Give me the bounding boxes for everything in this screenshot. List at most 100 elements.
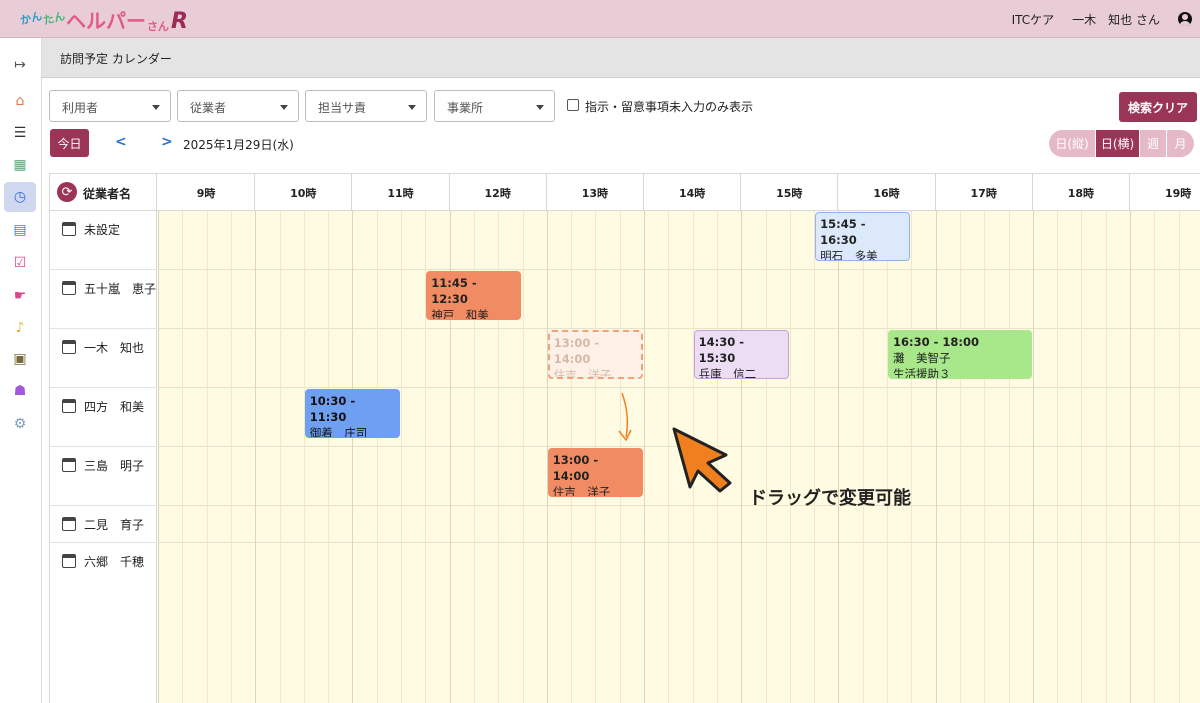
- view-button[interactable]: 月: [1167, 130, 1194, 157]
- hour-gridline: [935, 211, 937, 703]
- staff-row: 六郷 千穂: [50, 543, 157, 703]
- event-time: 11:45 - 12:30: [431, 276, 477, 306]
- staff-calendar-icon[interactable]: [62, 222, 76, 236]
- quarter-gridline: [328, 211, 330, 703]
- pointing-hand-icon[interactable]: ☛: [4, 281, 36, 311]
- org-name: ITCケア: [1011, 12, 1055, 27]
- app-logo[interactable]: かん たん ヘルパー さん R: [18, 4, 188, 34]
- hour-label: 11時: [352, 174, 450, 211]
- quarter-gridline: [862, 211, 864, 703]
- staff-column-header: ⟳ 従業者名: [50, 174, 157, 211]
- sidebar: ↦ ⌂ ☰ ▦ ◷ ▤ ☑ ☛ ♪ ▣ ☗ ⚙: [0, 38, 42, 703]
- manager-select-label: 担当サ責: [318, 101, 367, 115]
- event-client: 明石 多美: [820, 249, 878, 261]
- logo-main: ヘルパー: [66, 9, 146, 33]
- staff-calendar-icon[interactable]: [62, 458, 76, 472]
- calendar-blue-icon[interactable]: ▤: [4, 215, 36, 245]
- quarter-gridline: [522, 211, 524, 703]
- calendar-grid-icon[interactable]: ▦: [4, 150, 36, 180]
- logo-part1: かん: [18, 9, 44, 28]
- hour-label: 14時: [644, 174, 742, 211]
- staff-name: 未設定: [84, 223, 121, 237]
- logo-r: R: [171, 9, 188, 34]
- quarter-gridline: [206, 211, 208, 703]
- staff-calendar-icon[interactable]: [62, 399, 76, 413]
- today-button[interactable]: 今日: [50, 129, 89, 157]
- quarter-gridline: [959, 211, 961, 703]
- staff-calendar-icon[interactable]: [62, 340, 76, 354]
- chevron-down-icon: [280, 105, 288, 110]
- quarter-gridline: [887, 211, 888, 703]
- user-select[interactable]: 利用者: [49, 90, 171, 122]
- view-button[interactable]: 週: [1140, 130, 1167, 157]
- page-title: 訪問予定 カレンダー: [60, 52, 172, 66]
- visit-event[interactable]: 16:30 - 18:00 灘 美智子生活援助３: [888, 330, 1032, 379]
- quarter-gridline: [1081, 211, 1083, 703]
- event-client: 灘 美智子: [893, 351, 951, 365]
- cursor-arrow-icon: [672, 427, 732, 493]
- staff-name: 三島 明子: [84, 459, 145, 473]
- event-time: 10:30 - 11:30: [309, 394, 356, 424]
- user-select-label: 利用者: [62, 101, 99, 115]
- account-icon[interactable]: [1178, 12, 1192, 26]
- drag-path-line: [621, 392, 629, 438]
- staff-calendar-icon[interactable]: [62, 554, 76, 568]
- event-time: 15:45 - 16:30: [820, 217, 866, 247]
- prev-day-button[interactable]: <: [115, 134, 127, 150]
- unentered-only-label: 指示・留意事項未入力のみ表示: [585, 100, 754, 114]
- hour-label: 9時: [158, 174, 256, 211]
- logo-san: さん: [147, 20, 169, 33]
- view-button[interactable]: 日(縦): [1049, 130, 1096, 157]
- hour-label: 12時: [450, 174, 547, 211]
- user-card-icon[interactable]: ☗: [4, 376, 36, 406]
- staff-calendar-icon[interactable]: [62, 517, 76, 531]
- collapse-arrow-icon[interactable]: ↦: [4, 50, 36, 80]
- calendar-person-icon[interactable]: ▣: [4, 344, 36, 374]
- database-icon[interactable]: ☰: [4, 118, 36, 148]
- quarter-gridline: [1105, 211, 1107, 703]
- staff-row: 二見 育子: [50, 506, 157, 543]
- current-date: 2025年1月29日(水): [183, 138, 294, 152]
- event-client: 神戸 和美: [431, 308, 489, 320]
- quarter-gridline: [1057, 211, 1059, 703]
- chevron-down-icon: [536, 105, 544, 110]
- event-time: 16:30 - 18:00: [893, 335, 979, 349]
- office-select[interactable]: 事業所: [434, 90, 555, 122]
- staff-name: 二見 育子: [84, 518, 145, 532]
- user-name: 一木 知也 さん: [1072, 12, 1160, 27]
- quarter-gridline: [1178, 211, 1180, 703]
- calendar-check-icon[interactable]: ☑: [4, 248, 36, 278]
- hour-gridline: [1130, 211, 1131, 703]
- visit-event-drag-origin[interactable]: 13:00 - 14:00住吉 洋子身体日１．５: [547, 330, 643, 379]
- quarter-gridline: [303, 211, 305, 703]
- quarter-gridline: [230, 211, 232, 703]
- hour-label: 17時: [936, 174, 1033, 211]
- visit-event[interactable]: 14:30 - 15:30兵庫 信二外出2: [693, 330, 789, 379]
- home-icon[interactable]: ⌂: [4, 86, 36, 116]
- view-button[interactable]: 日(横): [1096, 130, 1140, 157]
- manager-select[interactable]: 担当サ責: [305, 90, 427, 122]
- event-service: 生活援助３: [893, 367, 951, 379]
- bell-icon[interactable]: ♪: [4, 313, 36, 343]
- quarter-gridline: [765, 211, 767, 703]
- chevron-down-icon: [408, 105, 416, 110]
- clear-search-button[interactable]: 検索クリア: [1119, 92, 1197, 122]
- staff-select[interactable]: 従業者: [177, 90, 299, 122]
- quarter-gridline: [279, 211, 281, 703]
- hour-gridline: [838, 211, 840, 703]
- unentered-only-checkbox[interactable]: [567, 99, 579, 111]
- visit-event[interactable]: 10:30 - 11:30御着 庄司身体介護２: [304, 389, 400, 438]
- staff-name: 五十嵐 恵子: [84, 282, 157, 296]
- visit-event[interactable]: 11:45 - 12:30神戸 和美身体日０．５: [426, 271, 522, 320]
- hour-label: 15時: [741, 174, 839, 211]
- quarter-gridline: [1154, 211, 1156, 703]
- next-day-button[interactable]: >: [161, 134, 173, 150]
- event-client: 御着 庄司: [309, 426, 368, 438]
- calendar-clock-icon[interactable]: ◷: [4, 182, 36, 212]
- staff-calendar-icon[interactable]: [62, 281, 76, 295]
- settings-gear-icon[interactable]: ⚙: [4, 409, 36, 439]
- grid-row: [158, 211, 1200, 270]
- refresh-icon[interactable]: ⟳: [57, 182, 77, 202]
- visit-event[interactable]: 15:45 - 16:30明石 多美身体介護１: [815, 212, 911, 261]
- staff-row: 未設定: [50, 211, 157, 270]
